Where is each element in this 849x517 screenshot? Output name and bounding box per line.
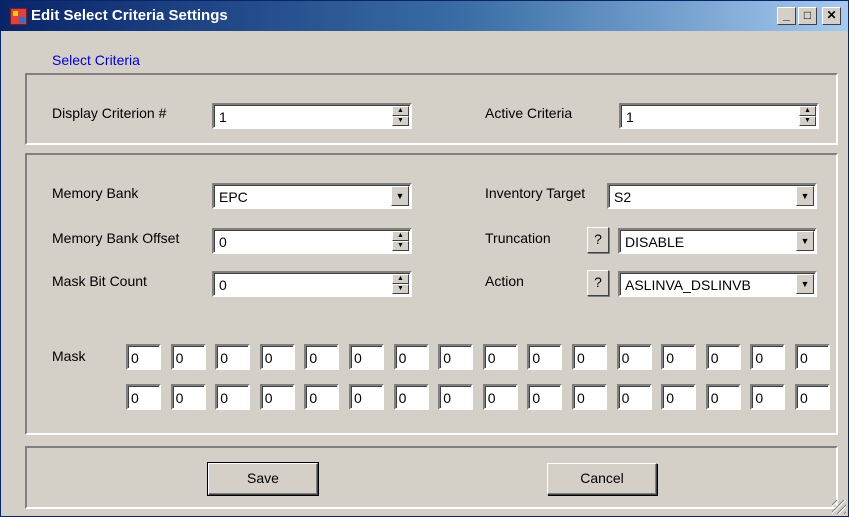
memory-bank-value: EPC xyxy=(219,189,248,205)
memory-bank-offset-value: 0 xyxy=(219,234,227,250)
mask-cell[interactable]: 0 xyxy=(750,384,786,410)
mask-cell[interactable]: 0 xyxy=(661,384,697,410)
mask-cell[interactable]: 0 xyxy=(170,344,206,370)
mask-cell[interactable]: 0 xyxy=(438,344,474,370)
mask-cell[interactable]: 0 xyxy=(349,384,384,410)
display-criterion-spinner[interactable]: 1 ▲ ▼ xyxy=(212,103,412,129)
mask-cell[interactable]: 0 xyxy=(572,384,607,410)
memory-bank-offset-spin[interactable]: ▲ ▼ xyxy=(392,231,409,251)
mask-cell[interactable]: 0 xyxy=(661,344,697,370)
mask-cell[interactable]: 0 xyxy=(393,384,429,410)
spin-up-icon[interactable]: ▲ xyxy=(392,274,409,284)
inventory-target-label: Inventory Target xyxy=(485,185,586,201)
mask-cell[interactable]: 0 xyxy=(438,384,474,410)
cancel-button[interactable]: Cancel xyxy=(547,463,657,495)
chevron-down-icon[interactable]: ▼ xyxy=(796,274,814,294)
spin-down-icon[interactable]: ▼ xyxy=(799,116,816,126)
display-criterion-spin[interactable]: ▲ ▼ xyxy=(392,106,409,126)
mask-cell[interactable]: 0 xyxy=(616,384,652,410)
mask-cell[interactable]: 0 xyxy=(527,344,563,370)
action-help-button[interactable]: ? xyxy=(587,270,609,296)
chevron-down-icon[interactable]: ▼ xyxy=(796,231,814,251)
settings-group: Memory Bank EPC ▼ Memory Bank Offset 0 ▲… xyxy=(25,153,838,435)
mask-cell[interactable]: 0 xyxy=(482,344,518,370)
mask-cell[interactable]: 0 xyxy=(795,384,830,410)
chevron-down-icon[interactable]: ▼ xyxy=(796,186,814,206)
mask-cell[interactable]: 0 xyxy=(304,344,340,370)
active-criteria-label: Active Criteria xyxy=(485,105,573,121)
mask-cell[interactable]: 0 xyxy=(705,344,741,370)
mask-cell[interactable]: 0 xyxy=(215,384,251,410)
mask-bit-count-spin[interactable]: ▲ ▼ xyxy=(392,274,409,294)
mask-cell[interactable]: 0 xyxy=(259,384,295,410)
truncation-value: DISABLE xyxy=(625,234,685,250)
active-criteria-spinner[interactable]: 1 ▲ ▼ xyxy=(619,103,819,129)
action-select[interactable]: ASLINVA_DSLINVB ▼ xyxy=(618,271,817,297)
mask-cell[interactable]: 0 xyxy=(349,344,384,370)
spin-up-icon[interactable]: ▲ xyxy=(392,231,409,241)
mask-cell[interactable]: 0 xyxy=(393,344,429,370)
spin-down-icon[interactable]: ▼ xyxy=(392,284,409,294)
memory-bank-label: Memory Bank xyxy=(52,185,139,201)
resize-grip-icon[interactable] xyxy=(832,500,846,514)
active-criteria-value: 1 xyxy=(626,109,634,125)
save-button[interactable]: Save xyxy=(207,462,319,496)
mask-cell[interactable]: 0 xyxy=(527,384,563,410)
action-label: Action xyxy=(485,273,524,289)
chevron-down-icon[interactable]: ▼ xyxy=(391,186,409,206)
mask-bit-count-label: Mask Bit Count xyxy=(52,273,147,289)
mask-cell[interactable]: 0 xyxy=(705,384,741,410)
title-bar[interactable]: Edit Select Criteria Settings _ □ ✕ xyxy=(1,1,848,31)
mask-cell[interactable]: 0 xyxy=(126,384,161,410)
criterion-group: Display Criterion # 1 ▲ ▼ Active Criteri… xyxy=(25,73,838,145)
dialog-window: Edit Select Criteria Settings _ □ ✕ Sele… xyxy=(0,0,849,517)
mask-cell[interactable]: 0 xyxy=(795,344,830,370)
mask-cell[interactable]: 0 xyxy=(126,344,161,370)
minimize-button[interactable]: _ xyxy=(777,7,796,25)
inventory-target-value: S2 xyxy=(614,189,632,205)
maximize-button[interactable]: □ xyxy=(798,7,817,25)
active-criteria-spin[interactable]: ▲ ▼ xyxy=(799,106,816,126)
mask-cell[interactable]: 0 xyxy=(616,344,652,370)
close-button[interactable]: ✕ xyxy=(822,7,841,25)
spin-up-icon[interactable]: ▲ xyxy=(392,106,409,116)
mask-cell[interactable]: 0 xyxy=(259,344,295,370)
mask-bit-count-spinner[interactable]: 0 ▲ ▼ xyxy=(212,271,412,297)
spin-down-icon[interactable]: ▼ xyxy=(392,116,409,126)
spin-up-icon[interactable]: ▲ xyxy=(799,106,816,116)
inventory-target-select[interactable]: S2 ▼ xyxy=(607,183,817,209)
mask-label: Mask xyxy=(52,348,86,364)
app-icon xyxy=(10,8,27,25)
truncation-label: Truncation xyxy=(485,230,551,246)
window-title: Edit Select Criteria Settings xyxy=(31,7,228,24)
mask-cell[interactable]: 0 xyxy=(170,384,206,410)
truncation-select[interactable]: DISABLE ▼ xyxy=(618,228,817,254)
spin-down-icon[interactable]: ▼ xyxy=(392,241,409,251)
footer-group xyxy=(25,446,838,509)
memory-bank-offset-label: Memory Bank Offset xyxy=(52,230,180,246)
mask-cell[interactable]: 0 xyxy=(482,384,518,410)
truncation-help-button[interactable]: ? xyxy=(587,227,609,253)
mask-cell[interactable]: 0 xyxy=(215,344,251,370)
display-criterion-label: Display Criterion # xyxy=(52,105,167,121)
mask-bit-count-value: 0 xyxy=(219,277,227,293)
mask-cell[interactable]: 0 xyxy=(572,344,607,370)
select-criteria-link[interactable]: Select Criteria xyxy=(52,52,140,68)
mask-cell[interactable]: 0 xyxy=(750,344,786,370)
memory-bank-offset-spinner[interactable]: 0 ▲ ▼ xyxy=(212,228,412,254)
memory-bank-select[interactable]: EPC ▼ xyxy=(212,183,412,209)
mask-cell[interactable]: 0 xyxy=(304,384,340,410)
action-value: ASLINVA_DSLINVB xyxy=(625,277,751,293)
display-criterion-value: 1 xyxy=(219,109,227,125)
